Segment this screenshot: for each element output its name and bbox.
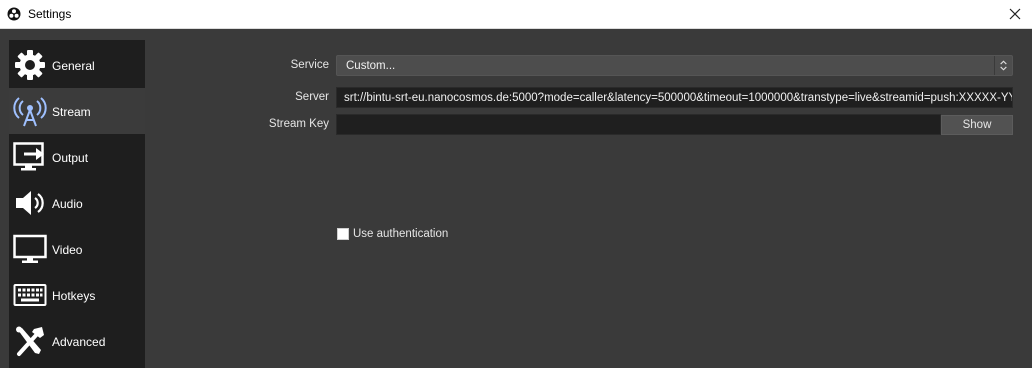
- show-key-button[interactable]: Show: [941, 115, 1013, 135]
- monitor-icon: [13, 234, 47, 263]
- sidebar-item-label: Video: [52, 243, 83, 257]
- sidebar-item-hotkeys[interactable]: Hotkeys: [9, 272, 145, 318]
- output-monitor-icon: [13, 142, 44, 171]
- tools-icon: [16, 326, 44, 356]
- sidebar-item-label: Output: [52, 151, 89, 165]
- server-input[interactable]: [336, 87, 1013, 108]
- stream-key-label: Stream Key: [268, 118, 329, 130]
- close-button[interactable]: [998, 0, 1032, 28]
- service-label: Service: [290, 59, 329, 71]
- window-title: Settings: [28, 7, 72, 21]
- sidebar-item-label: Stream: [52, 105, 91, 119]
- title-bar: Settings: [0, 0, 1032, 29]
- sidebar-item-video[interactable]: Video: [9, 226, 145, 272]
- sidebar-item-general[interactable]: General: [9, 42, 145, 88]
- use-authentication-checkbox[interactable]: [337, 228, 349, 240]
- sidebar-item-output[interactable]: Output: [9, 134, 145, 180]
- gear-icon: [15, 50, 45, 80]
- close-icon: [1009, 8, 1021, 20]
- sidebar-item-label: Advanced: [52, 335, 106, 349]
- speaker-icon: [16, 191, 44, 215]
- updown-arrows-icon: [994, 56, 1007, 75]
- service-selected-value: Custom...: [346, 60, 396, 72]
- server-label: Server: [295, 91, 329, 103]
- sidebar-item-audio[interactable]: Audio: [9, 180, 145, 226]
- stream-key-input[interactable]: [336, 114, 941, 135]
- sidebar-item-label: General: [52, 59, 95, 73]
- use-authentication-label[interactable]: Use authentication: [353, 228, 448, 240]
- antenna-icon: [13, 97, 47, 127]
- obs-logo-icon: [7, 7, 21, 21]
- settings-sidebar: General Stream Output Audio Video Hotkey…: [9, 40, 145, 368]
- sidebar-item-label: Hotkeys: [52, 289, 96, 303]
- sidebar-item-label: Audio: [52, 197, 83, 211]
- service-select[interactable]: Custom...: [336, 55, 1013, 76]
- sidebar-item-stream[interactable]: Stream: [9, 88, 145, 134]
- keyboard-icon: [13, 284, 47, 306]
- sidebar-item-advanced[interactable]: Advanced: [9, 318, 145, 364]
